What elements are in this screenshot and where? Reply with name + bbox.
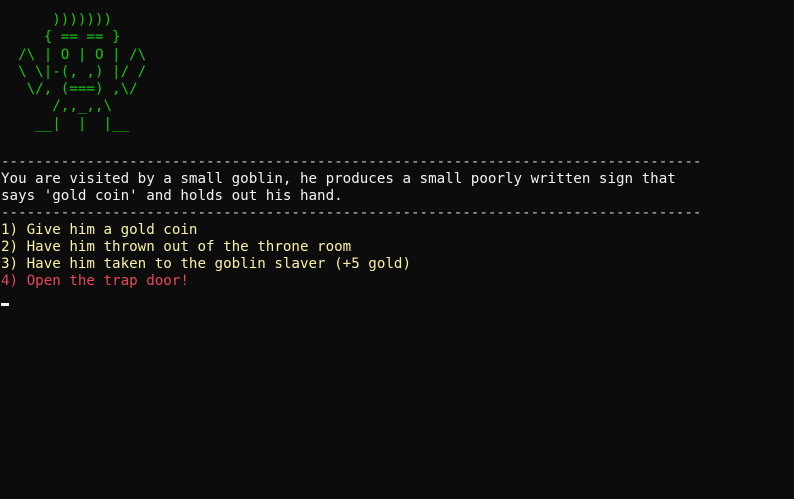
divider-bottom: ----------------------------------------… [1, 205, 702, 222]
option-give-coin[interactable]: 1) Give him a gold coin [1, 222, 794, 239]
input-line[interactable] [1, 290, 794, 312]
terminal-window: ))))))) { == == } /\ | O | O | /\ \ \|-(… [0, 12, 794, 499]
divider-top: ----------------------------------------… [1, 154, 702, 171]
option-goblin-slaver[interactable]: 3) Have him taken to the goblin slaver (… [1, 256, 794, 273]
narrative-line: says 'gold coin' and holds out his hand. [1, 188, 343, 205]
ascii-art-line: __| | |__ [1, 115, 130, 132]
ascii-art-line: { == == } [1, 29, 121, 46]
ascii-art-line: \/, (===) ,\/ [1, 81, 138, 98]
text-cursor-icon [1, 303, 9, 307]
option-throw-out[interactable]: 2) Have him thrown out of the throne roo… [1, 239, 794, 256]
ascii-art-line: ))))))) [1, 12, 113, 28]
ascii-art-line: /,,_,,\ [1, 98, 113, 115]
goblin-ascii-art: ))))))) { == == } /\ | O | O | /\ \ \|-(… [1, 12, 794, 133]
ascii-art-line: /\ | O | O | /\ [1, 46, 147, 63]
option-trap-door[interactable]: 4) Open the trap door! [1, 273, 794, 290]
ascii-art-line: \ \|-(, ,) |/ / [1, 63, 147, 80]
narrative-line: You are visited by a small goblin, he pr… [1, 171, 676, 188]
